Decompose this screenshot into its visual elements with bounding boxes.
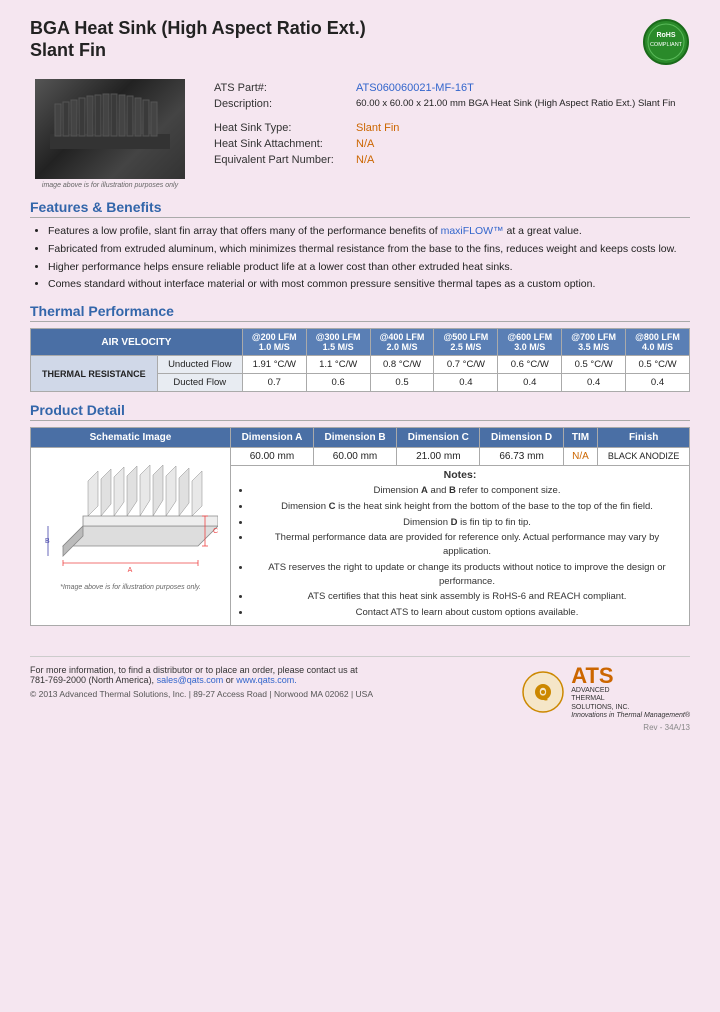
ducted-400: 0.5 <box>370 374 434 392</box>
thermal-performance-section-title: Thermal Performance <box>30 303 690 322</box>
dim-d-value: 66.73 mm <box>480 448 563 466</box>
unducted-800: 0.5 °C/W <box>626 356 690 374</box>
svg-text:B: B <box>45 538 50 545</box>
heat-sink-attachment-label: Heat Sink Attachment: <box>210 137 350 151</box>
col-800lfm: @800 LFM4.0 M/S <box>626 329 690 356</box>
rohs-badge: RoHS COMPLIANT <box>642 18 690 69</box>
title-line1: BGA Heat Sink (High Aspect Ratio Ext.) <box>30 18 366 38</box>
ducted-600: 0.4 <box>498 374 562 392</box>
footer-phone: 781-769-2000 (North America), <box>30 675 154 685</box>
thermal-resistance-label: THERMAL RESISTANCE <box>31 356 158 392</box>
svg-text:A: A <box>128 567 133 574</box>
product-title: BGA Heat Sink (High Aspect Ratio Ext.) S… <box>30 18 366 61</box>
features-list: Features a low profile, slant fin array … <box>48 224 690 293</box>
svg-text:C: C <box>213 528 218 535</box>
heat-sink-type-value: Slant Fin <box>352 121 688 135</box>
page-number: Rev - 34A/13 <box>30 723 690 732</box>
heat-sink-type-label: Heat Sink Type: <box>210 121 350 135</box>
notes-title: Notes: <box>237 469 683 481</box>
col-dim-d: Dimension D <box>480 428 563 448</box>
unducted-flow-label: Unducted Flow <box>157 356 242 374</box>
note-6: ATS certifies that this heat sink assemb… <box>251 590 683 604</box>
dim-a-value: 60.00 mm <box>231 448 314 466</box>
note-2: Dimension C is the heat sink height from… <box>251 500 683 514</box>
unducted-200: 1.91 °C/W <box>242 356 306 374</box>
ducted-flow-label: Ducted Flow <box>157 374 242 392</box>
product-image-block: image above is for illustration purposes… <box>30 79 190 189</box>
ats-fullname: ADVANCEDTHERMALSOLUTIONS, INC. <box>571 687 690 712</box>
unducted-300: 1.1 °C/W <box>306 356 370 374</box>
maxiflow-link: maxiFLOW™ <box>441 225 504 237</box>
product-specs: ATS Part#: ATS060060021-MF-16T Descripti… <box>208 79 690 189</box>
ats-logo: Q ATS ADVANCEDTHERMALSOLUTIONS, INC. Inn… <box>521 665 690 719</box>
col-200lfm: @200 LFM1.0 M/S <box>242 329 306 356</box>
col-tim: TIM <box>563 428 598 448</box>
feature-item-4: Comes standard without interface materia… <box>48 277 690 293</box>
footer-contact-text: For more information, to find a distribu… <box>30 665 358 675</box>
ats-name: ATS <box>571 665 690 687</box>
footer: For more information, to find a distribu… <box>30 656 690 719</box>
ducted-800: 0.4 <box>626 374 690 392</box>
note-1: Dimension A and B refer to component siz… <box>251 484 683 498</box>
col-dim-a: Dimension A <box>231 428 314 448</box>
col-300lfm: @300 LFM1.5 M/S <box>306 329 370 356</box>
svg-text:RoHS: RoHS <box>656 32 675 39</box>
feature-item-1: Features a low profile, slant fin array … <box>48 224 690 240</box>
note-4: Thermal performance data are provided fo… <box>251 531 683 559</box>
note-5: ATS reserves the right to update or chan… <box>251 561 683 589</box>
svg-text:COMPLIANT: COMPLIANT <box>650 42 683 48</box>
unducted-400: 0.8 °C/W <box>370 356 434 374</box>
ducted-500: 0.4 <box>434 374 498 392</box>
unducted-700: 0.5 °C/W <box>562 356 626 374</box>
col-schematic: Schematic Image <box>31 428 231 448</box>
footer-email[interactable]: sales@qats.com <box>157 675 224 685</box>
ats-part-label: ATS Part#: <box>210 81 350 95</box>
ats-tagline: Innovations in Thermal Management® <box>571 712 690 719</box>
schematic-image-cell: A C B *Image above is for illustration p… <box>31 448 231 626</box>
equivalent-part-label: Equivalent Part Number: <box>210 153 350 167</box>
dim-b-value: 60.00 mm <box>313 448 396 466</box>
finish-value: BLACK ANODIZE <box>598 448 690 466</box>
footer-copyright: © 2013 Advanced Thermal Solutions, Inc. … <box>30 689 373 699</box>
col-finish: Finish <box>598 428 690 448</box>
tim-value: N/A <box>563 448 598 466</box>
schematic-caption: *Image above is for illustration purpose… <box>37 584 224 591</box>
col-dim-c: Dimension C <box>397 428 480 448</box>
ducted-700: 0.4 <box>562 374 626 392</box>
thermal-performance-table: AIR VELOCITY @200 LFM1.0 M/S @300 LFM1.5… <box>30 328 690 392</box>
col-700lfm: @700 LFM3.5 M/S <box>562 329 626 356</box>
svg-text:Q: Q <box>537 684 549 701</box>
product-detail-section-title: Product Detail <box>30 402 690 421</box>
unducted-600: 0.6 °C/W <box>498 356 562 374</box>
product-image <box>35 79 185 179</box>
unducted-500: 0.7 °C/W <box>434 356 498 374</box>
features-section-title: Features & Benefits <box>30 199 690 218</box>
ducted-300: 0.6 <box>306 374 370 392</box>
notes-list: Dimension A and B refer to component siz… <box>251 484 683 620</box>
col-600lfm: @600 LFM3.0 M/S <box>498 329 562 356</box>
ducted-200: 0.7 <box>242 374 306 392</box>
equivalent-part-value: N/A <box>352 153 688 167</box>
footer-or: or <box>226 675 237 685</box>
ats-text-block: ATS ADVANCEDTHERMALSOLUTIONS, INC. Innov… <box>571 665 690 719</box>
col-400lfm: @400 LFM2.0 M/S <box>370 329 434 356</box>
note-7: Contact ATS to learn about custom option… <box>251 606 683 620</box>
note-3: Dimension D is fin tip to fin tip. <box>251 516 683 530</box>
image-caption: image above is for illustration purposes… <box>42 182 178 189</box>
description-label: Description: <box>210 97 350 111</box>
footer-website[interactable]: www.qats.com. <box>236 675 297 685</box>
description-value: 60.00 x 60.00 x 21.00 mm BGA Heat Sink (… <box>352 97 688 111</box>
title-line2: Slant Fin <box>30 40 106 60</box>
air-velocity-header: AIR VELOCITY <box>31 329 243 356</box>
col-dim-b: Dimension B <box>313 428 396 448</box>
feature-item-2: Fabricated from extruded aluminum, which… <box>48 242 690 258</box>
col-500lfm: @500 LFM2.5 M/S <box>434 329 498 356</box>
heat-sink-attachment-value: N/A <box>352 137 688 151</box>
notes-section: Notes: Dimension A and B refer to compon… <box>231 466 690 626</box>
ats-part-value: ATS060060021-MF-16T <box>352 81 688 95</box>
product-detail-table: Schematic Image Dimension A Dimension B … <box>30 427 690 626</box>
dim-c-value: 21.00 mm <box>397 448 480 466</box>
feature-item-3: Higher performance helps ensure reliable… <box>48 260 690 276</box>
footer-contact: For more information, to find a distribu… <box>30 665 373 685</box>
